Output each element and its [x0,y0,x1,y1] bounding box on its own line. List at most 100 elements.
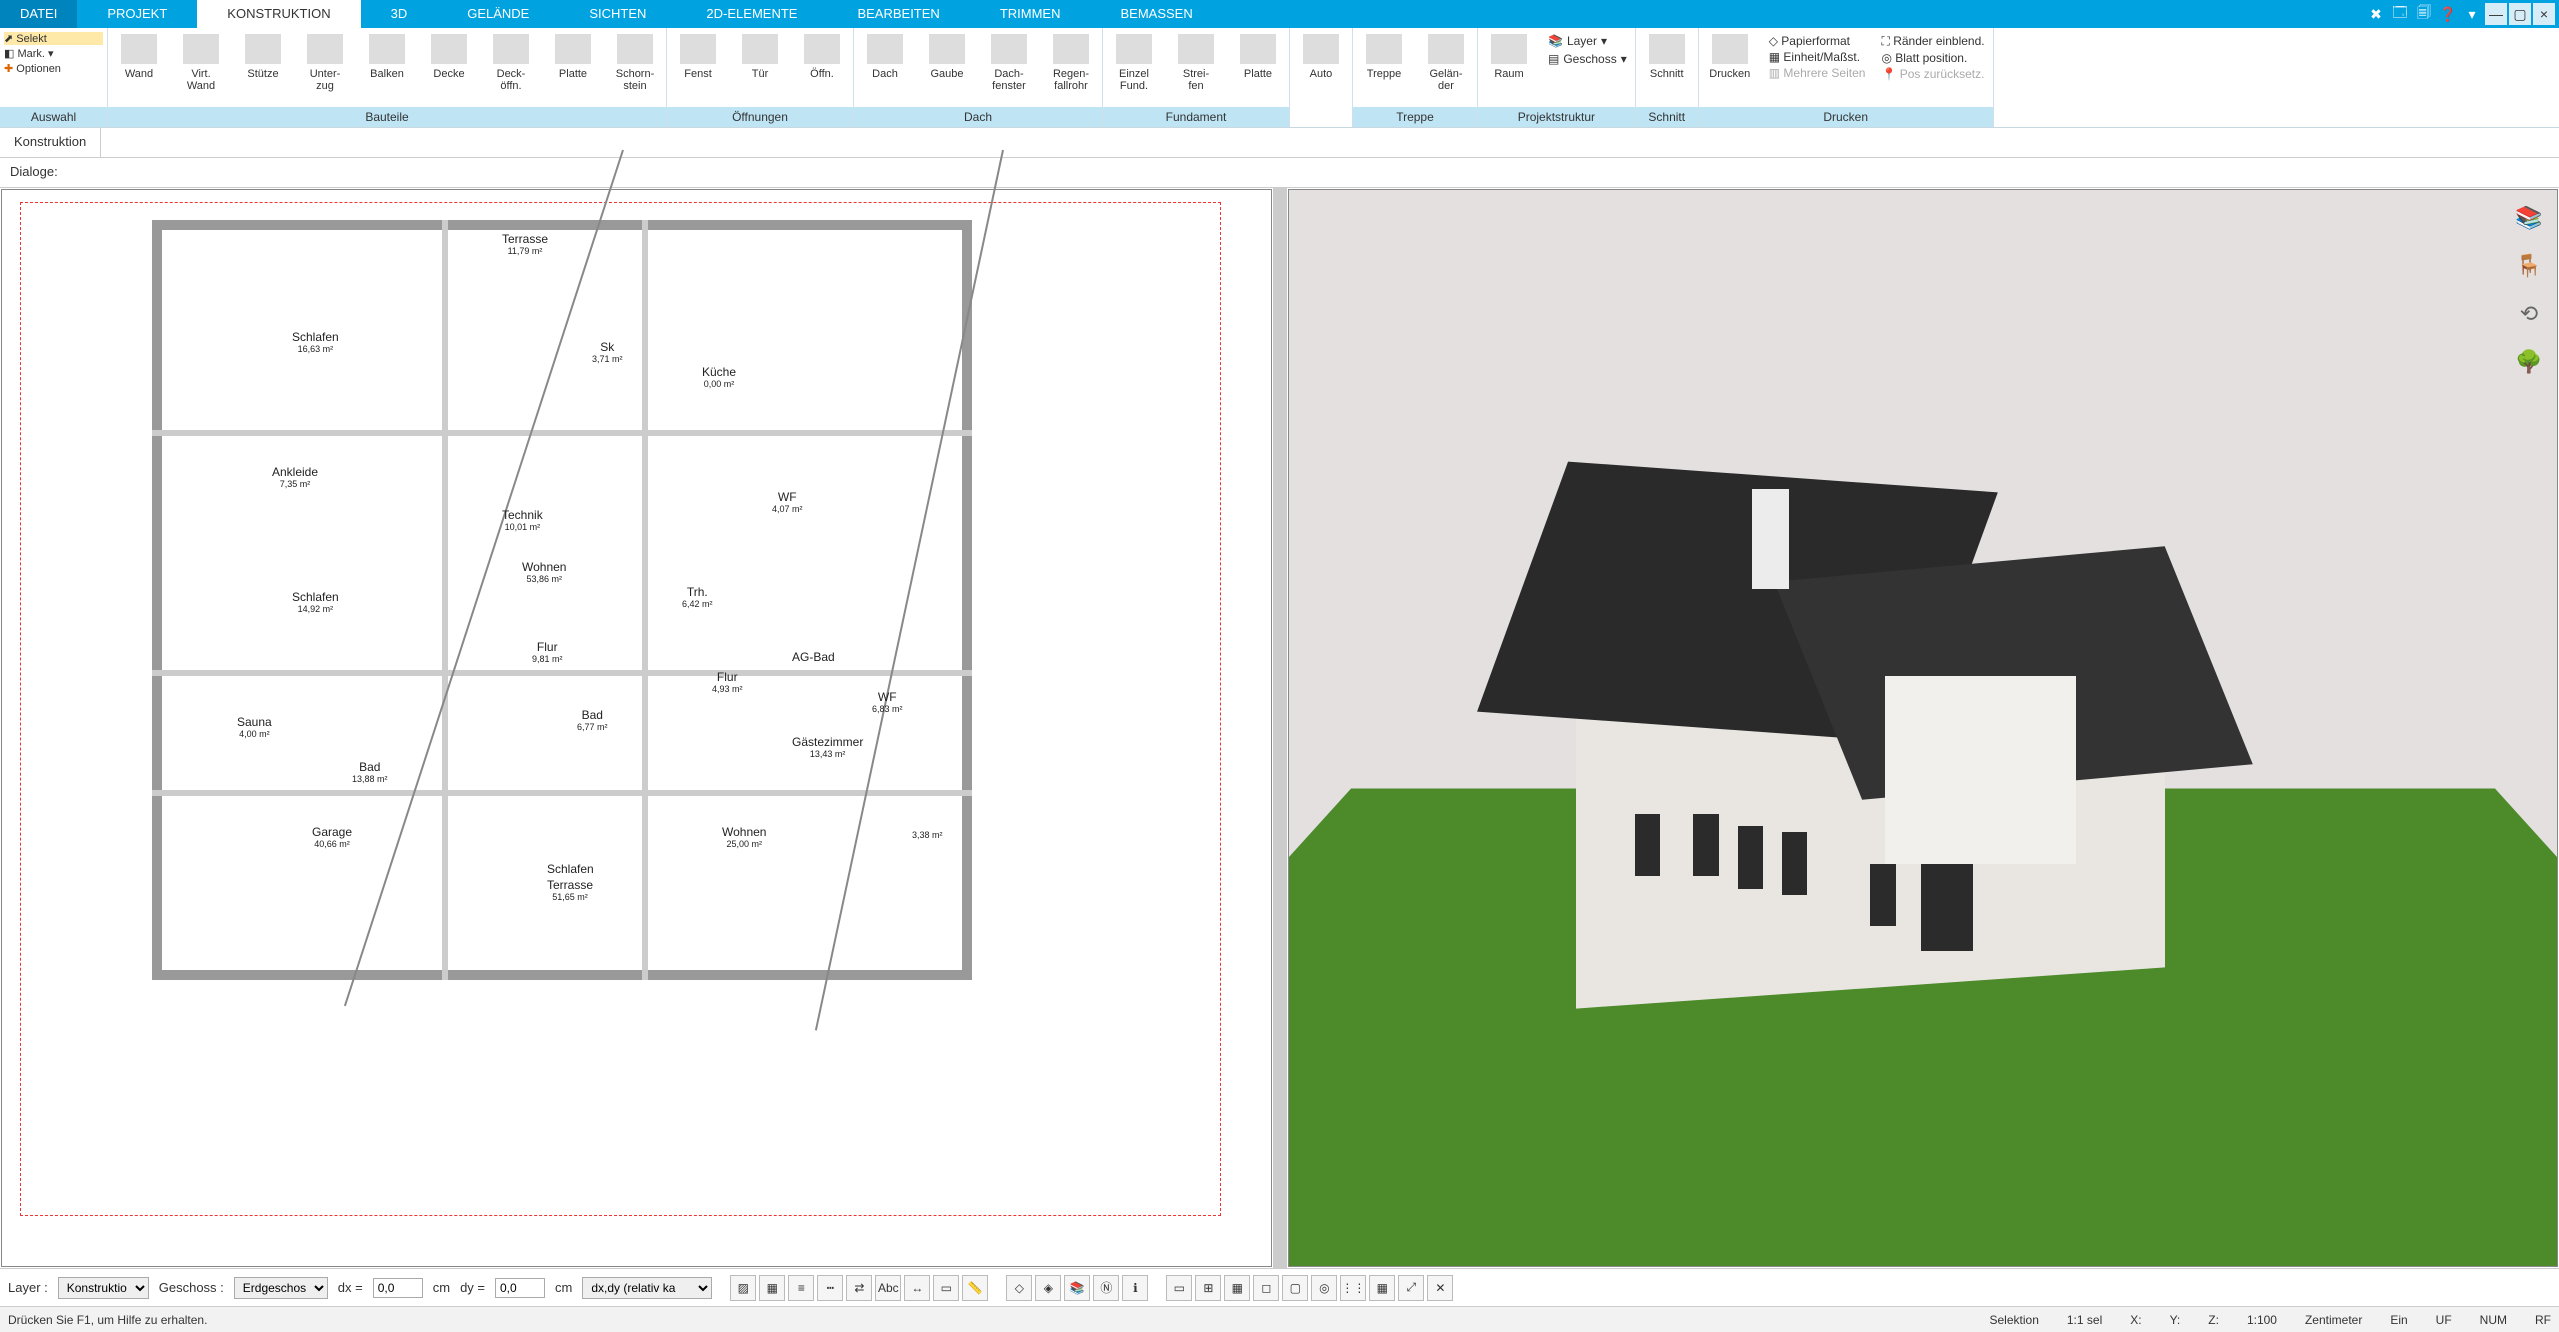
ribbon-item-unterzug[interactable]: Unter-zug [294,28,356,107]
dx-input[interactable] [373,1278,423,1298]
icon-dots[interactable]: ⋮⋮ [1340,1275,1366,1301]
icon-dim[interactable]: ↔ [904,1275,930,1301]
icon-snap1[interactable]: ⤢ [1398,1275,1424,1301]
icon-diamond2[interactable]: ◈ [1035,1275,1061,1301]
icon-rect[interactable]: ▭ [1166,1275,1192,1301]
tool-icon-3[interactable]: 🗐 [2413,3,2435,25]
dropdown-icon[interactable]: ▾ [2461,3,2483,25]
tree-icon[interactable]: 🌳 [2511,344,2547,380]
icon-sq1[interactable]: ◻ [1253,1275,1279,1301]
icon-lines[interactable]: ≡ [788,1275,814,1301]
menu-trimmen[interactable]: TRIMMEN [970,0,1091,28]
geschoss-dropdown[interactable]: ▤Geschoss ▾ [1548,52,1627,66]
ribbon-item-raum[interactable]: Raum [1478,28,1540,107]
ribbon-item-schornstein[interactable]: Schorn-stein [604,28,666,107]
ribbon-item-decke[interactable]: Decke [418,28,480,107]
menu-3d[interactable]: 3D [361,0,438,28]
layer-select[interactable]: Konstruktio [58,1277,149,1299]
menu-bemassen[interactable]: BEMASSEN [1090,0,1222,28]
maximize-icon[interactable]: ▢ [2509,3,2531,25]
icon-diamond[interactable]: ◇ [1006,1275,1032,1301]
icon-north[interactable]: Ⓝ [1093,1275,1119,1301]
layer-label: Layer : [8,1280,48,1295]
raender-button[interactable]: ⛶ Ränder einblend. [1881,34,1984,49]
icon-info[interactable]: ℹ [1122,1275,1148,1301]
tool-icon-2[interactable]: 🗔 [2389,3,2411,25]
icon-sq2[interactable]: ▢ [1282,1275,1308,1301]
ribbon-item-dach[interactable]: Dach [854,28,916,107]
icon-grid3[interactable]: ▦ [1224,1275,1250,1301]
ribbon-item-drucken[interactable]: Drucken [1699,28,1761,107]
dy-input[interactable] [495,1278,545,1298]
menu-konstruktion[interactable]: KONSTRUKTION [197,0,360,28]
icon-grid4[interactable]: ▦ [1369,1275,1395,1301]
icon-sheet[interactable]: ▭ [933,1275,959,1301]
coord-mode-select[interactable]: dx,dy (relativ ka [582,1277,712,1299]
ribbon-item-wand[interactable]: Wand [108,28,170,107]
optionen-button[interactable]: ✚ Optionen [4,62,103,75]
3d-view[interactable]: 📚 🪑 ⟲ 🌳 [1288,189,2559,1267]
blatt-position-button[interactable]: ◎ Blatt position. [1881,51,1984,65]
dy-label: dy = [460,1280,485,1295]
ribbon-item-ffn[interactable]: Öffn. [791,28,853,107]
icon-dash[interactable]: ┅ [817,1275,843,1301]
mehrere-seiten-button[interactable]: ▥ Mehrere Seiten [1769,66,1866,80]
close-icon[interactable]: × [2533,3,2555,25]
menu-bearbeiten[interactable]: BEARBEITEN [827,0,969,28]
floorplan-view[interactable]: Terrasse11,79 m²Schlafen16,63 m²Sk3,71 m… [1,189,1272,1267]
ribbon-item-platte[interactable]: Platte [1227,28,1289,107]
icon-grid1[interactable]: ▦ [759,1275,785,1301]
pane-splitter[interactable] [1273,188,1287,1268]
orbit-icon[interactable]: ⟲ [2511,296,2547,332]
ribbon-item-auto[interactable]: Auto [1290,28,1352,127]
ribbon-item-schnitt[interactable]: Schnitt [1636,28,1698,107]
chair-icon[interactable]: 🪑 [2511,248,2547,284]
ribbon-item-gaube[interactable]: Gaube [916,28,978,107]
einheit-button[interactable]: ▦ Einheit/Maßst. [1769,50,1866,64]
ribbon-item-sttze[interactable]: Stütze [232,28,294,107]
icon-target[interactable]: ◎ [1311,1275,1337,1301]
ribbon-item-deckffn[interactable]: Deck-öffn. [480,28,542,107]
dialog-bar: Dialoge: [0,158,2559,188]
room-label: Flur4,93 m² [712,670,743,694]
ribbon-item-treppe[interactable]: Treppe [1353,28,1415,107]
selekt-button[interactable]: ⬈ Selekt [4,32,103,45]
layer-dropdown[interactable]: 📚Layer ▾ [1548,34,1627,48]
status-z: Z: [2208,1313,2219,1327]
ribbon-item-virtwand[interactable]: Virt.Wand [170,28,232,107]
ribbon-item-balken[interactable]: Balken [356,28,418,107]
icon-arrow[interactable]: ⇄ [846,1275,872,1301]
subtab-konstruktion[interactable]: Konstruktion [0,128,101,157]
ribbon-item-gelnder[interactable]: Gelän-der [1415,28,1477,107]
minimize-icon[interactable]: — [2485,3,2507,25]
papierformat-button[interactable]: ◇ Papierformat [1769,34,1866,48]
ribbon-item-streifen[interactable]: Strei-fen [1165,28,1227,107]
geschoss-select[interactable]: Erdgeschos [234,1277,328,1299]
icon-grid2[interactable]: ⊞ [1195,1275,1221,1301]
icon-layers2[interactable]: 📚 [1064,1275,1090,1301]
ribbon-item-fenst[interactable]: Fenst [667,28,729,107]
tool-icon-1[interactable]: ✖ [2365,3,2387,25]
icon-snap2[interactable]: ✕ [1427,1275,1453,1301]
menu-datei[interactable]: DATEI [0,0,77,28]
status-unit: Zentimeter [2305,1313,2362,1327]
icon-hatch[interactable]: ▨ [730,1275,756,1301]
mark-button[interactable]: ◧ Mark. ▾ [4,47,103,60]
menu-gelaende[interactable]: GELÄNDE [437,0,559,28]
menu-sichten[interactable]: SICHTEN [559,0,676,28]
group-label-fundament: Fundament [1103,107,1289,127]
layers-icon[interactable]: 📚 [2511,200,2547,236]
pos-reset-button[interactable]: 📍 Pos zurücksetz. [1881,67,1984,81]
menu-projekt[interactable]: PROJEKT [77,0,197,28]
ribbon-item-tr[interactable]: Tür [729,28,791,107]
ribbon-item-dachfenster[interactable]: Dach-fenster [978,28,1040,107]
ribbon-item-platte[interactable]: Platte [542,28,604,107]
ribbon-item-einzelfund[interactable]: EinzelFund. [1103,28,1165,107]
help-icon[interactable]: ❓ [2437,3,2459,25]
room-label: Flur9,81 m² [532,640,563,664]
menu-2d-elemente[interactable]: 2D-ELEMENTE [676,0,827,28]
ribbon-item-regenfallrohr[interactable]: Regen-fallrohr [1040,28,1102,107]
ribbon-group-bauteile: WandVirt.WandStützeUnter-zugBalkenDeckeD… [108,28,667,127]
icon-ruler[interactable]: 📏 [962,1275,988,1301]
icon-abc[interactable]: Abc [875,1275,901,1301]
